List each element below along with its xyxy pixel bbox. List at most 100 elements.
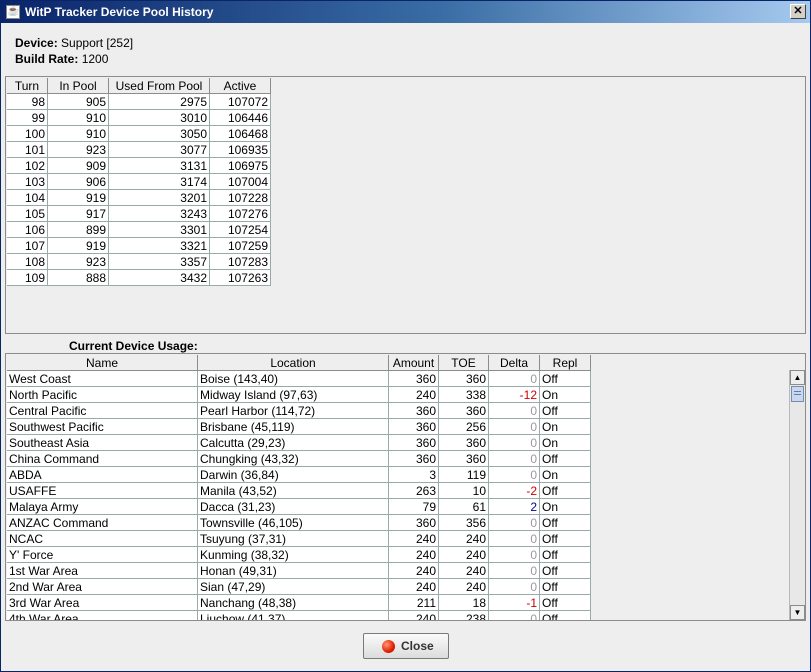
history-cell: 105 [7, 205, 48, 222]
history-column-header[interactable]: In Pool [47, 78, 109, 94]
history-cell: 3301 [108, 221, 210, 238]
history-cell: 919 [47, 237, 109, 254]
usage-column-header[interactable]: TOE [438, 355, 489, 371]
build-rate-info: Build Rate: 1200 [15, 52, 108, 66]
usage-cell: -2 [488, 482, 540, 499]
usage-column-header[interactable]: Name [7, 355, 198, 371]
title-bar[interactable]: ☕ WitP Tracker Device Pool History ✕ [1, 1, 810, 23]
usage-cell: 360 [438, 370, 489, 387]
device-label: Device: [15, 36, 58, 50]
history-row[interactable]: 98 905 2975 107072 [7, 93, 271, 110]
usage-cell: -12 [488, 386, 540, 403]
usage-cell: Townsville (46,105) [197, 514, 389, 531]
usage-cell: Boise (143,40) [197, 370, 389, 387]
usage-row[interactable]: ABDA Darwin (36,84) 3 119 0 On [7, 466, 591, 483]
usage-cell: Dacca (31,23) [197, 498, 389, 515]
usage-cell: Kunming (38,32) [197, 546, 389, 563]
usage-row[interactable]: ANZAC Command Townsville (46,105) 360 356 0 O… [7, 514, 591, 531]
history-cell: 106975 [209, 157, 271, 174]
usage-cell: Off [539, 482, 591, 499]
history-row[interactable]: 100 910 3050 106468 [7, 125, 271, 142]
history-cell: 3201 [108, 189, 210, 206]
usage-cell: 263 [388, 482, 439, 499]
usage-cell: 240 [438, 578, 489, 595]
usage-column-header[interactable]: Repl [539, 355, 591, 371]
history-cell: 99 [7, 109, 48, 126]
history-row[interactable]: 107 919 3321 107259 [7, 237, 271, 254]
history-column-header[interactable]: Used From Pool [108, 78, 210, 94]
usage-cell: Honan (49,31) [197, 562, 389, 579]
usage-row[interactable]: West Coast Boise (143,40) 360 360 0 Off [7, 370, 591, 387]
usage-cell: Off [539, 594, 591, 611]
history-cell: 100 [7, 125, 48, 142]
history-cell: 98 [7, 93, 48, 110]
usage-row[interactable]: 3rd War Area Nanchang (48,38) 211 18 -1 Off [7, 594, 591, 611]
usage-cell: 1st War Area [7, 562, 198, 579]
scroll-down-button[interactable]: ▼ [790, 605, 805, 620]
history-cell: 107283 [209, 253, 271, 270]
history-cell: 923 [47, 141, 109, 158]
history-row[interactable]: 99 910 3010 106446 [7, 109, 271, 126]
scroll-thumb[interactable] [791, 386, 804, 402]
usage-cell: Manila (43,52) [197, 482, 389, 499]
history-row[interactable]: 103 906 3174 107004 [7, 173, 271, 190]
usage-row[interactable]: Southeast Asia Calcutta (29,23) 360 360 0 On [7, 434, 591, 451]
usage-table: Name Location Amount TOE Delta Repl West Coas… [7, 355, 591, 620]
usage-cell: North Pacific [7, 386, 198, 403]
history-row[interactable]: 109 888 3432 107263 [7, 269, 271, 286]
usage-row[interactable]: Malaya Army Dacca (31,23) 79 61 2 On [7, 498, 591, 515]
usage-cell: Southeast Asia [7, 434, 198, 451]
usage-cell: Off [539, 562, 591, 579]
usage-row[interactable]: Southwest Pacific Brisbane (45,119) 360 256… [7, 418, 591, 435]
history-column-header[interactable]: Active [209, 78, 271, 94]
usage-cell: 10 [438, 482, 489, 499]
history-cell: 2975 [108, 93, 210, 110]
usage-cell: 240 [388, 386, 439, 403]
usage-column-header[interactable]: Delta [488, 355, 540, 371]
usage-cell: 240 [438, 530, 489, 547]
usage-row[interactable]: 2nd War Area Sian (47,29) 240 240 0 Off [7, 578, 591, 595]
window-close-button[interactable]: ✕ [790, 4, 806, 19]
history-row[interactable]: 102 909 3131 106975 [7, 157, 271, 174]
vertical-scrollbar[interactable]: ▲ ▼ [789, 370, 805, 620]
history-cell: 910 [47, 125, 109, 142]
history-row[interactable]: 108 923 3357 107283 [7, 253, 271, 270]
history-row[interactable]: 105 917 3243 107276 [7, 205, 271, 222]
history-cell: 3050 [108, 125, 210, 142]
history-cell: 101 [7, 141, 48, 158]
usage-row[interactable]: Y' Force Kunming (38,32) 240 240 0 Off [7, 546, 591, 563]
usage-row[interactable]: 4th War Area Liuchow (41,37) 240 238 0 Off [7, 610, 591, 620]
history-row[interactable]: 106 899 3301 107254 [7, 221, 271, 238]
usage-cell: 360 [388, 434, 439, 451]
history-column-header[interactable]: Turn [7, 78, 48, 94]
usage-row[interactable]: North Pacific Midway Island (97,63) 240 338… [7, 386, 591, 403]
window-title: WitP Tracker Device Pool History [25, 5, 214, 19]
usage-row[interactable]: USAFFE Manila (43,52) 263 10 -2 Off [7, 482, 591, 499]
history-cell: 107263 [209, 269, 271, 286]
usage-cell: ABDA [7, 466, 198, 483]
usage-cell: 360 [388, 418, 439, 435]
close-button[interactable]: Close [363, 633, 449, 659]
usage-row[interactable]: China Command Chungking (43,32) 360 360 0 Off [7, 450, 591, 467]
history-cell: 108 [7, 253, 48, 270]
history-row[interactable]: 101 923 3077 106935 [7, 141, 271, 158]
usage-cell: 0 [488, 610, 540, 620]
usage-row[interactable]: Central Pacific Pearl Harbor (114,72) 360 3… [7, 402, 591, 419]
stop-icon [382, 640, 395, 653]
usage-column-header[interactable]: Location [197, 355, 389, 371]
usage-row[interactable]: NCAC Tsuyung (37,31) 240 240 0 Off [7, 530, 591, 547]
usage-cell: Malaya Army [7, 498, 198, 515]
scroll-up-button[interactable]: ▲ [790, 370, 805, 385]
history-row[interactable]: 104 919 3201 107228 [7, 189, 271, 206]
usage-column-header[interactable]: Amount [388, 355, 439, 371]
usage-cell: Off [539, 530, 591, 547]
history-cell: 3077 [108, 141, 210, 158]
usage-cell: 240 [388, 610, 439, 620]
close-button-label: Close [401, 639, 434, 653]
usage-cell: USAFFE [7, 482, 198, 499]
usage-cell: 2 [488, 498, 540, 515]
history-cell: 923 [47, 253, 109, 270]
usage-row[interactable]: 1st War Area Honan (49,31) 240 240 0 Off [7, 562, 591, 579]
usage-cell: 0 [488, 418, 540, 435]
usage-cell: 211 [388, 594, 439, 611]
